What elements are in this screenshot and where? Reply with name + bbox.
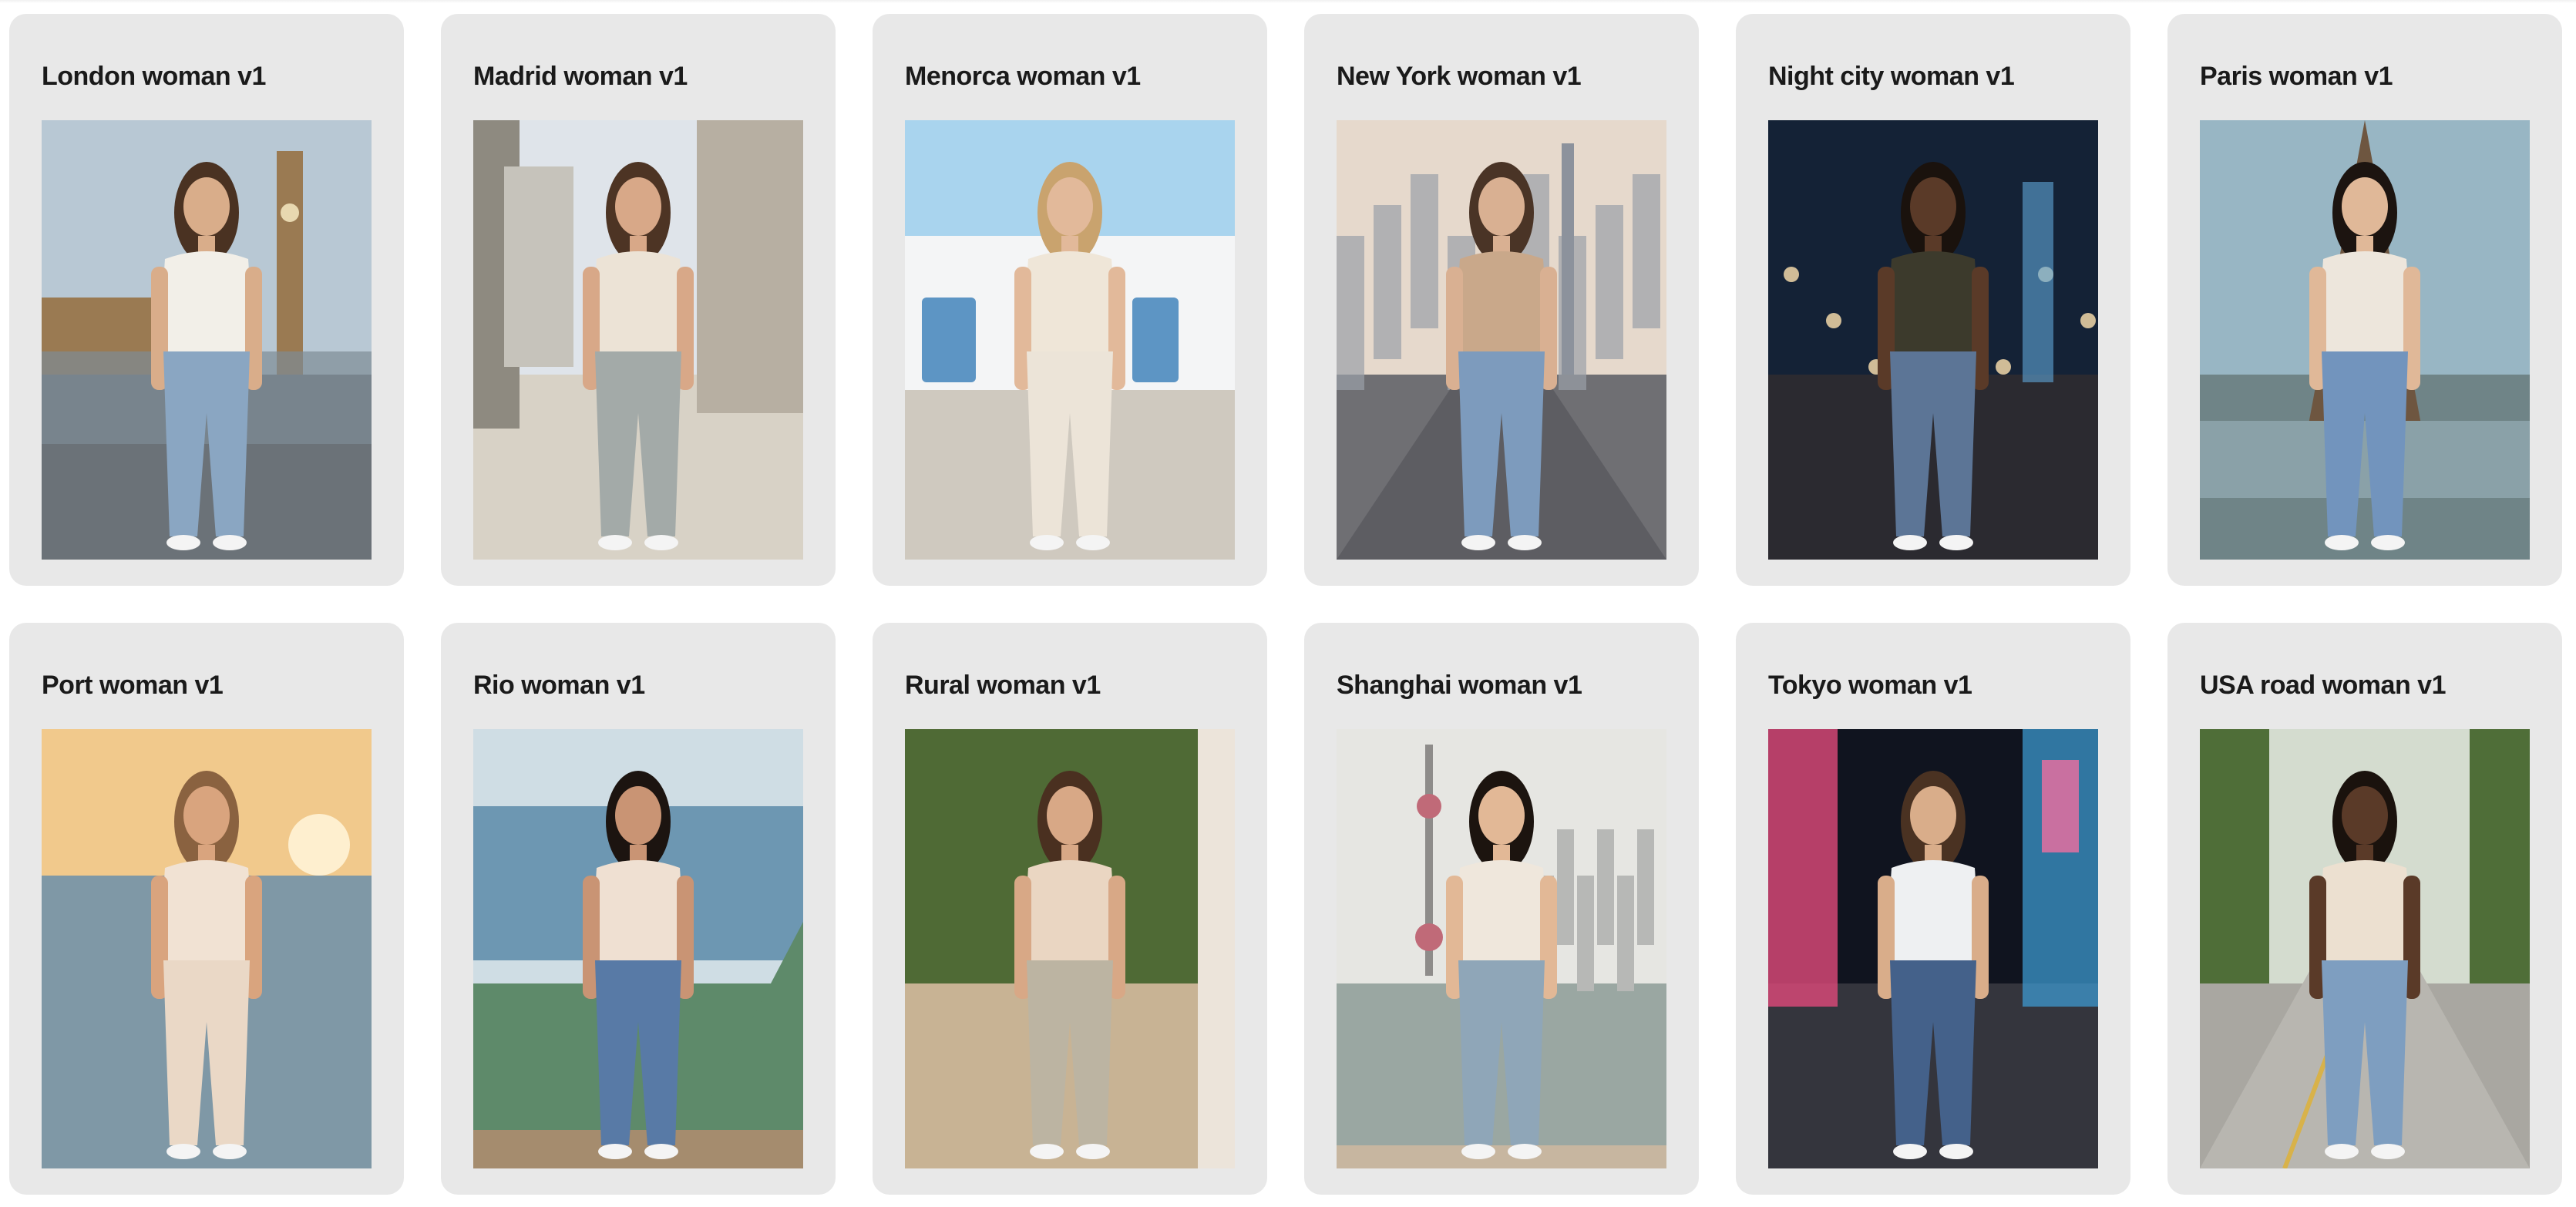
scene-card-night-city[interactable]: Night city woman v1 [1736,14,2130,586]
scene-thumbnail[interactable] [473,729,803,1168]
scene-thumbnail[interactable] [2200,120,2530,560]
scene-thumbnail[interactable] [1768,729,2098,1168]
scene-card-tokyo[interactable]: Tokyo woman v1 [1736,623,2130,1195]
card-title: Night city woman v1 [1768,62,2015,91]
scene-card-paris[interactable]: Paris woman v1 [2167,14,2562,586]
scene-thumbnail[interactable] [473,120,803,560]
card-title: Port woman v1 [42,671,224,700]
scene-thumbnail[interactable] [42,729,372,1168]
scene-card-menorca[interactable]: Menorca woman v1 [873,14,1267,586]
scene-thumbnail[interactable] [905,729,1235,1168]
scene-card-port[interactable]: Port woman v1 [9,623,404,1195]
scene-thumbnail[interactable] [2200,729,2530,1168]
scene-card-rural[interactable]: Rural woman v1 [873,623,1267,1195]
scene-card-shanghai[interactable]: Shanghai woman v1 [1304,623,1699,1195]
scene-thumbnail[interactable] [42,120,372,560]
card-title: Rural woman v1 [905,671,1101,700]
scene-card-london[interactable]: London woman v1 [9,14,404,586]
card-title: Madrid woman v1 [473,62,688,91]
scene-card-new-york[interactable]: New York woman v1 [1304,14,1699,586]
top-divider [0,0,2576,3]
scene-thumbnail[interactable] [1337,120,1666,560]
scene-thumbnail[interactable] [1768,120,2098,560]
scene-thumbnail[interactable] [905,120,1235,560]
card-title: USA road woman v1 [2200,671,2446,700]
card-title: Shanghai woman v1 [1337,671,1582,700]
scene-card-rio[interactable]: Rio woman v1 [441,623,836,1195]
card-title: Paris woman v1 [2200,62,2393,91]
scene-thumbnail[interactable] [1337,729,1666,1168]
card-title: New York woman v1 [1337,62,1582,91]
card-title: Rio woman v1 [473,671,645,700]
card-title: London woman v1 [42,62,266,91]
card-title: Tokyo woman v1 [1768,671,1972,700]
image-gallery: London woman v1 Madrid woman v1 Menorca … [0,0,2576,1207]
scene-card-madrid[interactable]: Madrid woman v1 [441,14,836,586]
scene-card-usa-road[interactable]: USA road woman v1 [2167,623,2562,1195]
card-title: Menorca woman v1 [905,62,1141,91]
